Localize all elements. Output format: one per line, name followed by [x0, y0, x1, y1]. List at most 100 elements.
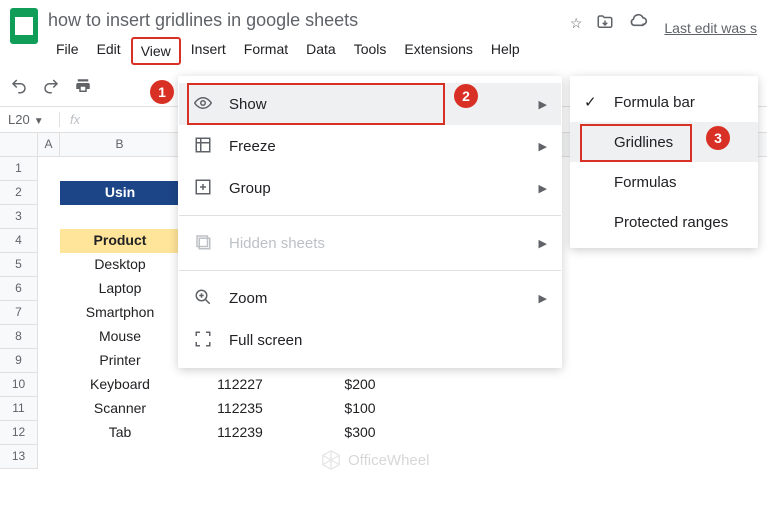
annotation-badge-2: 2: [454, 84, 478, 108]
row-header[interactable]: 2: [0, 181, 38, 205]
document-title[interactable]: how to insert gridlines in google sheets: [48, 8, 560, 37]
cell[interactable]: [38, 277, 60, 301]
row-header[interactable]: 12: [0, 421, 38, 445]
cell[interactable]: [38, 421, 60, 445]
show-submenu: ✓ Formula bar Gridlines Formulas Protect…: [570, 76, 758, 248]
name-box[interactable]: L20▼: [0, 112, 60, 127]
annotation-badge-1: 1: [150, 80, 174, 104]
cell[interactable]: Product: [60, 229, 180, 253]
menu-edit[interactable]: Edit: [89, 37, 129, 65]
cell[interactable]: [38, 229, 60, 253]
cell[interactable]: [38, 301, 60, 325]
cell[interactable]: Printer: [60, 349, 180, 373]
cell[interactable]: [38, 253, 60, 277]
last-edit-link[interactable]: Last edit was s: [664, 8, 757, 36]
view-freeze-item[interactable]: Freeze ▶: [179, 125, 561, 167]
row-header[interactable]: 10: [0, 373, 38, 397]
chevron-right-icon: ▶: [539, 182, 547, 195]
submenu-gridlines[interactable]: Gridlines: [570, 122, 758, 162]
cell[interactable]: [38, 445, 60, 469]
view-show-item[interactable]: Show ▶: [179, 83, 561, 125]
zoom-icon: [193, 288, 213, 309]
cell[interactable]: Tab: [60, 421, 180, 445]
menu-extensions[interactable]: Extensions: [396, 37, 480, 65]
cell[interactable]: [60, 205, 180, 229]
view-fullscreen-item[interactable]: Full screen: [179, 319, 561, 361]
cell[interactable]: Usin: [60, 181, 180, 205]
fullscreen-icon: [193, 330, 213, 351]
menu-insert[interactable]: Insert: [183, 37, 234, 65]
check-icon: ✓: [584, 93, 602, 111]
cell[interactable]: [38, 397, 60, 421]
submenu-formula-bar[interactable]: ✓ Formula bar: [570, 82, 758, 122]
row-header[interactable]: 6: [0, 277, 38, 301]
cell[interactable]: $100: [300, 397, 420, 421]
row-header[interactable]: 5: [0, 253, 38, 277]
view-hidden-sheets-item: Hidden sheets ▶: [179, 222, 561, 264]
view-group-item[interactable]: Group ▶: [179, 167, 561, 209]
cell[interactable]: [38, 373, 60, 397]
row-header[interactable]: 13: [0, 445, 38, 469]
cell[interactable]: 112239: [180, 421, 300, 445]
row-header[interactable]: 11: [0, 397, 38, 421]
chevron-right-icon: ▶: [539, 98, 547, 111]
cell[interactable]: [38, 349, 60, 373]
col-header-b[interactable]: B: [60, 133, 180, 156]
sheets-logo[interactable]: [10, 8, 38, 44]
view-dropdown: Show ▶ Freeze ▶ Group ▶ Hidden sheets ▶ …: [178, 76, 562, 368]
cloud-icon[interactable]: [628, 12, 648, 35]
print-icon[interactable]: [74, 77, 92, 98]
submenu-protected-ranges[interactable]: Protected ranges: [570, 202, 758, 242]
cell[interactable]: Desktop: [60, 253, 180, 277]
cell[interactable]: [38, 205, 60, 229]
redo-icon[interactable]: [42, 77, 60, 98]
select-all-corner[interactable]: [0, 133, 38, 156]
row-header[interactable]: 9: [0, 349, 38, 373]
cell[interactable]: Keyboard: [60, 373, 180, 397]
row-header[interactable]: 8: [0, 325, 38, 349]
cell[interactable]: Smartphon: [60, 301, 180, 325]
row-header[interactable]: 3: [0, 205, 38, 229]
menu-data[interactable]: Data: [298, 37, 344, 65]
separator: [179, 215, 561, 216]
name-box-arrow-icon: ▼: [34, 116, 44, 127]
cell[interactable]: [38, 325, 60, 349]
chevron-right-icon: ▶: [539, 292, 547, 305]
cell[interactable]: $300: [300, 421, 420, 445]
freeze-icon: [193, 136, 213, 157]
menubar: File Edit View Insert Format Data Tools …: [48, 37, 560, 65]
cell[interactable]: Laptop: [60, 277, 180, 301]
undo-icon[interactable]: [10, 77, 28, 98]
cell[interactable]: Mouse: [60, 325, 180, 349]
group-icon: [193, 178, 213, 199]
menu-format[interactable]: Format: [236, 37, 296, 65]
submenu-formulas[interactable]: Formulas: [570, 162, 758, 202]
cell[interactable]: 112227: [180, 373, 300, 397]
menu-file[interactable]: File: [48, 37, 87, 65]
row-header[interactable]: 7: [0, 301, 38, 325]
view-zoom-item[interactable]: Zoom ▶: [179, 277, 561, 319]
menu-tools[interactable]: Tools: [346, 37, 395, 65]
row-headers: 1 2 3 4 5 6 7 8 9 10 11 12 13: [0, 157, 38, 469]
move-to-folder-icon[interactable]: [596, 13, 614, 34]
row-header[interactable]: 4: [0, 229, 38, 253]
watermark: OfficeWheel: [320, 449, 429, 471]
star-icon[interactable]: ☆: [570, 15, 583, 32]
cell[interactable]: [38, 181, 60, 205]
annotation-badge-3: 3: [706, 126, 730, 150]
cell[interactable]: Scanner: [60, 397, 180, 421]
fx-label: fx: [60, 112, 90, 127]
chevron-right-icon: ▶: [539, 140, 547, 153]
row-header[interactable]: 1: [0, 157, 38, 181]
separator: [179, 270, 561, 271]
cell[interactable]: [60, 157, 180, 181]
cell[interactable]: 112235: [180, 397, 300, 421]
eye-icon: [193, 94, 213, 115]
menu-view[interactable]: View: [131, 37, 181, 65]
col-header-a[interactable]: A: [38, 133, 60, 156]
chevron-right-icon: ▶: [539, 237, 547, 250]
cell[interactable]: $200: [300, 373, 420, 397]
menu-help[interactable]: Help: [483, 37, 528, 65]
hidden-sheets-icon: [193, 233, 213, 254]
cell[interactable]: [38, 157, 60, 181]
